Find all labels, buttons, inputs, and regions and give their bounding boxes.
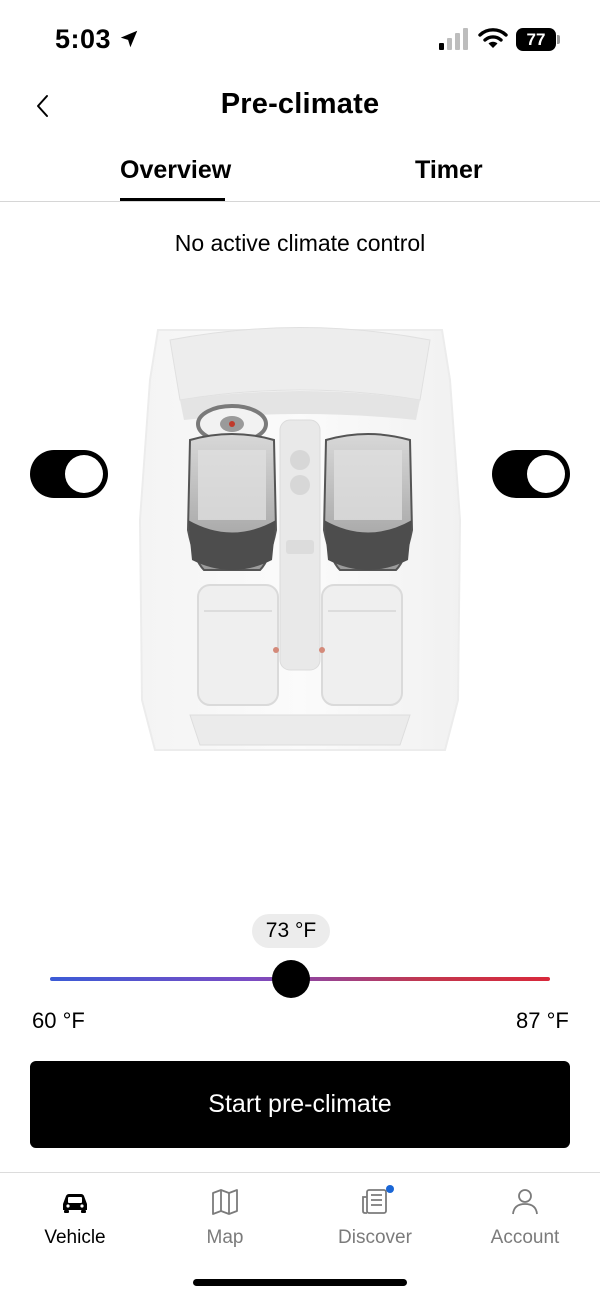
location-arrow-icon bbox=[120, 30, 138, 48]
home-indicator bbox=[193, 1279, 407, 1286]
wifi-icon bbox=[478, 28, 508, 48]
right-seat-toggle[interactable] bbox=[492, 450, 570, 498]
toggle-knob bbox=[65, 455, 103, 493]
climate-status-message: No active climate control bbox=[174, 230, 426, 256]
nav-label: Vehicle bbox=[44, 1227, 106, 1248]
start-pre-climate-button[interactable]: Start pre-climate bbox=[30, 1061, 570, 1148]
nav-label: Map bbox=[206, 1227, 244, 1248]
car-icon bbox=[63, 1194, 87, 1213]
battery-icon: 77 bbox=[516, 28, 560, 51]
nav-discover[interactable]: Discover bbox=[320, 1185, 430, 1255]
slider-thumb[interactable] bbox=[272, 960, 310, 998]
nav-label: Account bbox=[490, 1227, 560, 1248]
status-bar: 5:03 77 bbox=[0, 0, 600, 80]
status-time: 5:03 bbox=[55, 24, 112, 54]
notification-dot bbox=[386, 1185, 394, 1193]
temperature-max-label: 87 °F bbox=[516, 1008, 569, 1033]
nav-vehicle[interactable]: Vehicle bbox=[20, 1185, 130, 1255]
map-icon bbox=[212, 1189, 238, 1215]
signal-icon bbox=[439, 28, 468, 50]
tab-overview[interactable]: Overview bbox=[120, 156, 231, 185]
temperature-value-badge: 73 °F bbox=[252, 914, 330, 948]
temperature-slider[interactable] bbox=[50, 956, 550, 1002]
nav-account[interactable]: Account bbox=[470, 1185, 580, 1255]
nav-map[interactable]: Map bbox=[170, 1185, 280, 1255]
temperature-min-label: 60 °F bbox=[32, 1008, 85, 1033]
toggle-knob bbox=[527, 455, 565, 493]
page-title: Pre-climate bbox=[220, 88, 380, 120]
battery-level: 77 bbox=[526, 30, 546, 49]
active-tab-indicator bbox=[120, 198, 225, 201]
car-interior-illustration bbox=[138, 327, 462, 751]
tab-bar: Overview Timer bbox=[0, 150, 600, 202]
nav-label: Discover bbox=[338, 1227, 412, 1248]
left-seat-toggle[interactable] bbox=[30, 450, 108, 498]
person-icon bbox=[512, 1189, 538, 1215]
tab-timer[interactable]: Timer bbox=[415, 156, 483, 185]
